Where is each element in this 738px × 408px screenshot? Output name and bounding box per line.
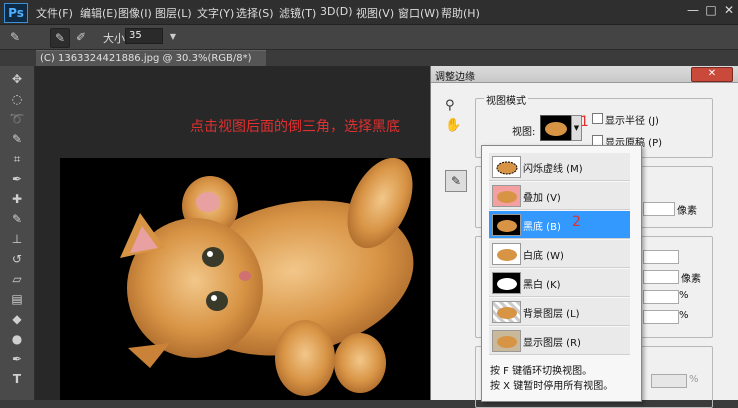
hint-cycle-views: 按 F 键循环切换视图。 bbox=[490, 366, 593, 377]
contrast-input[interactable] bbox=[643, 290, 679, 304]
instruction-annotation: 点击视图后面的倒三角，选择黑底 bbox=[190, 119, 400, 135]
view-mode-legend: 视图模式 bbox=[484, 92, 528, 107]
overlay-thumbnail bbox=[492, 185, 521, 207]
view-option-reveal-layer[interactable]: 显示图层 (R) bbox=[489, 327, 630, 355]
radius-unit: 像素 bbox=[677, 206, 697, 217]
refine-radius-icon[interactable]: ✎ bbox=[50, 28, 70, 48]
window-controls: — □ ✕ bbox=[628, 0, 738, 22]
view-option-label: 黑底 (B) bbox=[523, 222, 561, 233]
photoshop-logo: Ps bbox=[4, 3, 28, 23]
amount-input[interactable] bbox=[651, 374, 687, 388]
shift-edge-unit: % bbox=[679, 310, 689, 321]
history-brush-icon[interactable]: ↺ bbox=[8, 250, 26, 268]
marching-ants-thumbnail bbox=[492, 156, 521, 178]
view-option-label: 背景图层 (L) bbox=[523, 309, 580, 320]
erase-refinements-icon[interactable]: ✐ bbox=[72, 28, 90, 46]
minimize-icon[interactable]: — bbox=[686, 3, 700, 17]
black-white-thumbnail bbox=[492, 272, 521, 294]
eraser-tool-icon[interactable]: ▱ bbox=[8, 270, 26, 288]
lasso-tool-icon[interactable]: ➰ bbox=[8, 110, 26, 128]
kitten-image bbox=[120, 157, 414, 396]
eyedropper-tool-icon[interactable]: ✒ bbox=[8, 170, 26, 188]
quick-select-tool-icon[interactable]: ✎ bbox=[8, 130, 26, 148]
menu-select[interactable]: 选择(S) bbox=[236, 5, 274, 21]
refine-radius-tool-icon[interactable]: ✎ bbox=[445, 170, 467, 192]
dialog-title-bar[interactable]: 调整边缘 ✕ bbox=[431, 66, 738, 83]
view-option-label: 黑白 (K) bbox=[523, 280, 561, 291]
step-number-1: 1 bbox=[580, 114, 589, 130]
close-icon[interactable]: ✕ bbox=[722, 3, 736, 17]
smooth-input[interactable] bbox=[643, 250, 679, 264]
menu-layer[interactable]: 图层(L) bbox=[155, 5, 192, 21]
view-option-label: 叠加 (V) bbox=[523, 193, 561, 204]
brush-tool-icon[interactable]: ✎ bbox=[8, 210, 26, 228]
view-label: 视图: bbox=[512, 127, 536, 138]
view-option-on-black[interactable]: 黑底 (B) bbox=[489, 211, 630, 239]
feather-input[interactable] bbox=[643, 270, 679, 284]
brush-tool-icon[interactable]: ✎ bbox=[6, 28, 24, 46]
reveal-layer-thumbnail bbox=[492, 330, 521, 352]
menu-view[interactable]: 视图(V) bbox=[356, 5, 394, 21]
view-option-on-white[interactable]: 白底 (W) bbox=[489, 240, 630, 268]
stamp-tool-icon[interactable]: ⊥ bbox=[8, 230, 26, 248]
type-tool-icon[interactable]: T bbox=[8, 370, 26, 388]
move-tool-icon[interactable]: ✥ bbox=[8, 70, 26, 88]
crop-tool-icon[interactable]: ⌗ bbox=[8, 150, 26, 168]
document-tab[interactable]: (C) 1363324421886.jpg @ 30.3%(RGB/8*) bbox=[36, 50, 266, 66]
kitten-thumbnail bbox=[545, 122, 567, 136]
show-radius-checkbox[interactable] bbox=[592, 113, 603, 124]
on-white-thumbnail bbox=[492, 243, 521, 265]
menu-help[interactable]: 帮助(H) bbox=[441, 5, 480, 21]
dodge-tool-icon[interactable]: ● bbox=[8, 330, 26, 348]
gradient-tool-icon[interactable]: ▤ bbox=[8, 290, 26, 308]
menu-file[interactable]: 文件(F) bbox=[36, 5, 73, 21]
zoom-tool-icon[interactable]: ⚲ bbox=[445, 98, 461, 114]
feather-unit: 像素 bbox=[681, 274, 701, 285]
view-options-menu: 闪烁虚线 (M) 叠加 (V) 黑底 (B) 白底 (W) 黑白 (K) 背景图… bbox=[481, 145, 642, 402]
view-option-marching-ants[interactable]: 闪烁虚线 (M) bbox=[489, 153, 630, 181]
radius-input[interactable] bbox=[643, 202, 675, 216]
menu-filter[interactable]: 滤镜(T) bbox=[279, 5, 316, 21]
amount-unit: % bbox=[689, 374, 699, 385]
marquee-tool-icon[interactable]: ◌ bbox=[8, 90, 26, 108]
contrast-unit: % bbox=[679, 290, 689, 301]
tools-panel: ✥ ◌ ➰ ✎ ⌗ ✒ ✚ ✎ ⊥ ↺ ▱ ▤ ◆ ● ✒ T bbox=[0, 66, 35, 400]
view-option-label: 闪烁虚线 (M) bbox=[523, 164, 583, 175]
view-option-label: 显示图层 (R) bbox=[523, 338, 581, 349]
chevron-down-icon[interactable]: ▼ bbox=[164, 28, 182, 46]
menu-edit[interactable]: 编辑(E) bbox=[80, 5, 118, 21]
pen-tool-icon[interactable]: ✒ bbox=[8, 350, 26, 368]
view-option-overlay[interactable]: 叠加 (V) bbox=[489, 182, 630, 210]
document-image[interactable] bbox=[60, 157, 432, 400]
view-option-black-white[interactable]: 黑白 (K) bbox=[489, 269, 630, 297]
view-thumbnail[interactable] bbox=[540, 115, 572, 141]
dialog-close-button[interactable]: ✕ bbox=[691, 67, 733, 82]
menu-image[interactable]: 图像(I) bbox=[118, 5, 152, 21]
shift-edge-input[interactable] bbox=[643, 310, 679, 324]
menu-type[interactable]: 文字(Y) bbox=[197, 5, 234, 21]
hint-disable-views: 按 X 键暂时停用所有视图。 bbox=[490, 381, 614, 392]
dialog-title: 调整边缘 bbox=[435, 72, 475, 83]
step-number-2: 2 bbox=[572, 214, 581, 230]
show-radius-label: 显示半径 (J) bbox=[605, 116, 659, 127]
size-input[interactable]: 35 bbox=[125, 28, 163, 44]
view-option-on-layers[interactable]: 背景图层 (L) bbox=[489, 298, 630, 326]
hand-tool-icon[interactable]: ✋ bbox=[445, 118, 461, 134]
options-bar: ✎ ✎ ✐ 大小: 35 ▼ bbox=[0, 25, 738, 50]
menu-window[interactable]: 窗口(W) bbox=[398, 5, 439, 21]
blur-tool-icon[interactable]: ◆ bbox=[8, 310, 26, 328]
menu-bar: Ps 文件(F) 编辑(E) 图像(I) 图层(L) 文字(Y) 选择(S) 滤… bbox=[0, 0, 738, 25]
on-black-thumbnail bbox=[492, 214, 521, 236]
restore-icon[interactable]: □ bbox=[704, 3, 718, 17]
menu-3d[interactable]: 3D(D) bbox=[320, 5, 353, 18]
view-option-label: 白底 (W) bbox=[523, 251, 564, 262]
healing-tool-icon[interactable]: ✚ bbox=[8, 190, 26, 208]
on-layers-thumbnail bbox=[492, 301, 521, 323]
